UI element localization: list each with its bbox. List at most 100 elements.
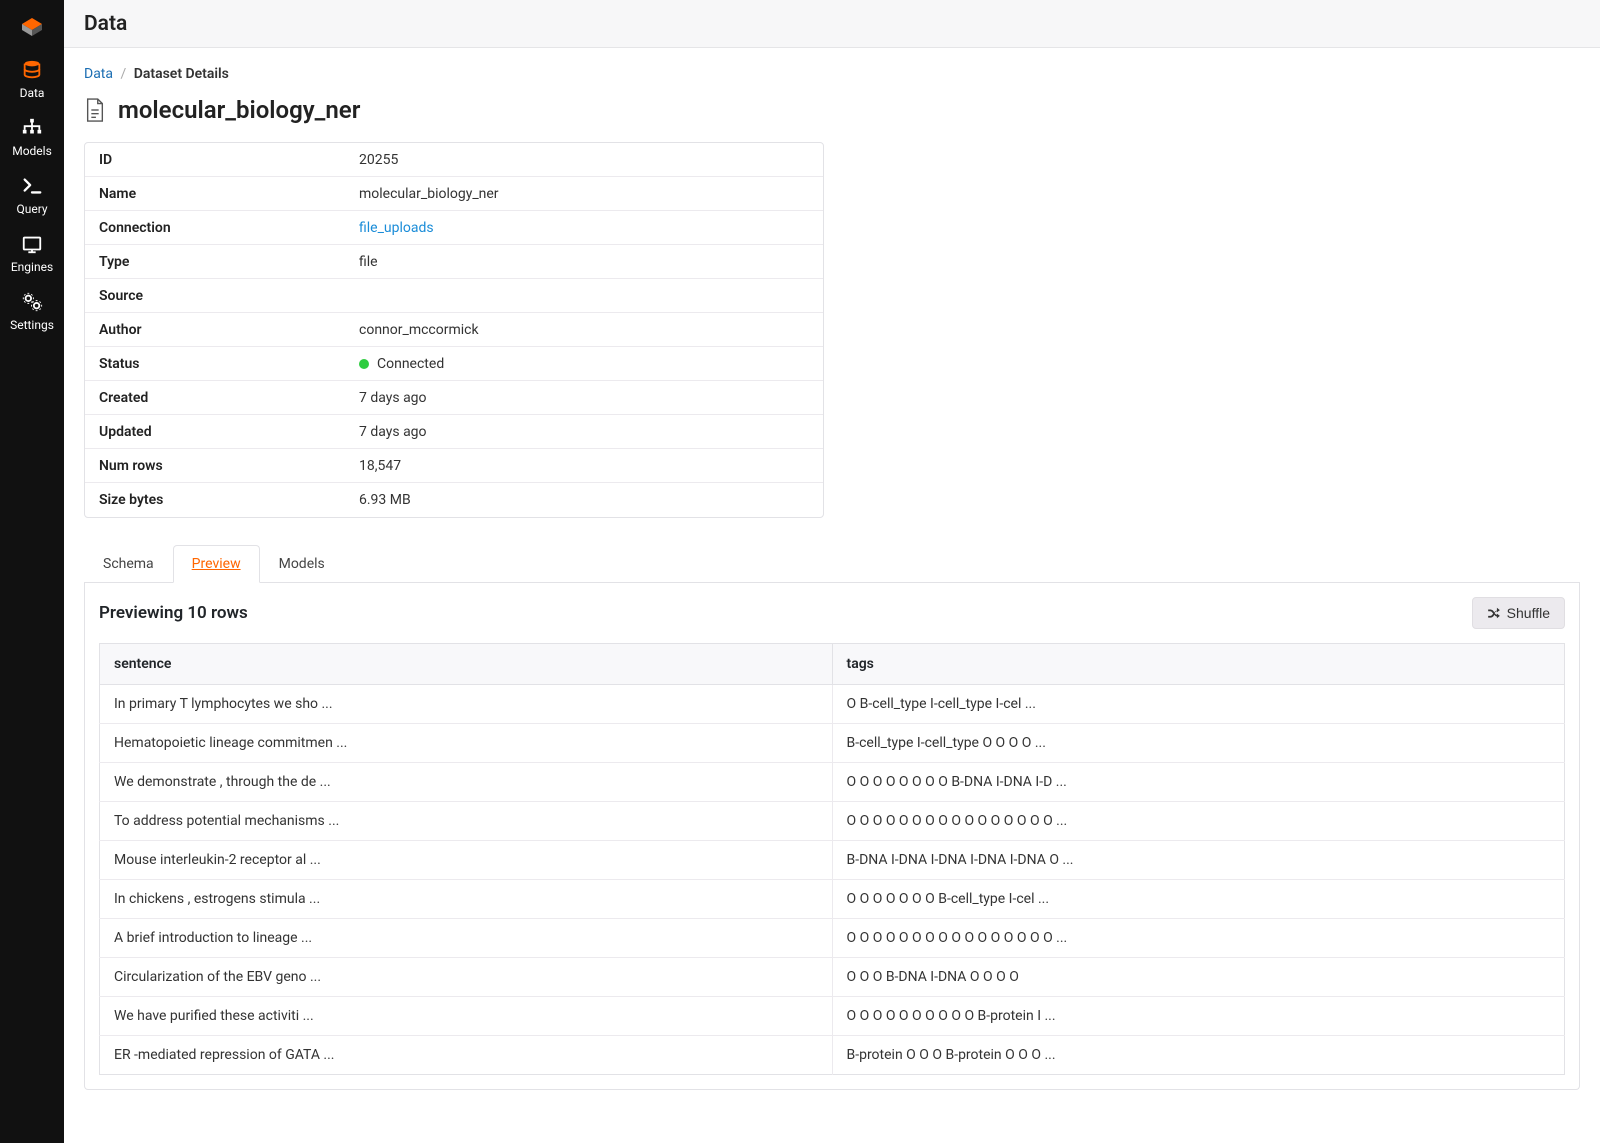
table-row: Hematopoietic lineage commitmen ...B-cel… [100, 724, 1565, 763]
meta-row: Created7 days ago [85, 381, 823, 415]
tab-models[interactable]: Models [260, 545, 344, 583]
table-row: Mouse interleukin-2 receptor al ...B-DNA… [100, 841, 1565, 880]
meta-value: 20255 [359, 152, 398, 168]
meta-key: ID [99, 152, 359, 168]
sidebar-item-label: Settings [10, 318, 54, 332]
table-cell: B-protein O O O B-protein O O O ... [832, 1036, 1565, 1075]
table-row: A brief introduction to lineage ...O O O… [100, 919, 1565, 958]
meta-key: Author [99, 322, 359, 338]
table-cell: O O O O O O O O B-DNA I-DNA I-D ... [832, 763, 1565, 802]
meta-row: Size bytes6.93 MB [85, 483, 823, 517]
table-cell: We have purified these activiti ... [100, 997, 833, 1036]
table-cell: O O O O O O O O O O O O O O O O ... [832, 919, 1565, 958]
meta-row: Connectionfile_uploads [85, 211, 823, 245]
sidebar-item-data[interactable]: Data [0, 48, 64, 106]
table-cell: O O O O O O O B-cell_type I-cel ... [832, 880, 1565, 919]
table-cell: A brief introduction to lineage ... [100, 919, 833, 958]
meta-panel: ID20255 Namemolecular_biology_ner Connecti… [84, 142, 824, 518]
table-row: To address potential mechanisms ...O O O… [100, 802, 1565, 841]
sidebar-item-label: Query [16, 202, 47, 216]
table-cell: In primary T lymphocytes we sho ... [100, 685, 833, 724]
tab-schema[interactable]: Schema [84, 545, 173, 583]
models-icon [18, 116, 46, 140]
tab-label: Models [279, 556, 325, 572]
meta-key: Status [99, 356, 359, 372]
sidebar-item-settings[interactable]: Settings [0, 280, 64, 338]
table-row: In chickens , estrogens stimula ...O O O… [100, 880, 1565, 919]
sidebar-item-label: Data [20, 86, 45, 100]
breadcrumb-current: Dataset Details [134, 66, 229, 82]
meta-value: 18,547 [359, 458, 401, 474]
table-cell: ER -mediated repression of GATA ... [100, 1036, 833, 1075]
sidebar: Data Models Query Engines Settings [0, 0, 64, 1143]
table-row: We demonstrate , through the de ...O O O… [100, 763, 1565, 802]
meta-value: connor_mccormick [359, 322, 479, 338]
table-row: ER -mediated repression of GATA ...B-pro… [100, 1036, 1565, 1075]
table-cell: To address potential mechanisms ... [100, 802, 833, 841]
table-row: Circularization of the EBV geno ...O O O… [100, 958, 1565, 997]
query-icon [18, 174, 46, 198]
meta-row: Num rows18,547 [85, 449, 823, 483]
page-title-row: molecular_biology_ner [84, 96, 1580, 124]
meta-key: Num rows [99, 458, 359, 474]
meta-value: Connected [359, 356, 444, 372]
table-cell: In chickens , estrogens stimula ... [100, 880, 833, 919]
settings-icon [18, 290, 46, 314]
data-icon [18, 58, 46, 82]
table-cell: B-DNA I-DNA I-DNA I-DNA I-DNA O ... [832, 841, 1565, 880]
app-logo [0, 0, 64, 48]
shuffle-button[interactable]: Shuffle [1472, 597, 1565, 629]
meta-key: Size bytes [99, 492, 359, 508]
preview-panel: Previewing 10 rows Shuffle sentencetags … [84, 583, 1580, 1090]
meta-row: Authorconnor_mccormick [85, 313, 823, 347]
file-icon [84, 97, 106, 123]
column-header: sentence [100, 644, 833, 685]
table-cell: O O O O O O O O O O O O O O O O ... [832, 802, 1565, 841]
logo-icon [17, 9, 47, 39]
tabs: Schema Preview Models [84, 544, 1580, 583]
meta-key: Type [99, 254, 359, 270]
meta-row: ID20255 [85, 143, 823, 177]
tab-preview[interactable]: Preview [173, 545, 260, 583]
meta-row: Updated7 days ago [85, 415, 823, 449]
preview-table: sentencetags In primary T lymphocytes we… [99, 643, 1565, 1075]
shuffle-icon [1487, 606, 1501, 620]
meta-value: file_uploads [359, 220, 434, 236]
sidebar-item-label: Models [12, 144, 52, 158]
sidebar-item-engines[interactable]: Engines [0, 222, 64, 280]
status-text: Connected [377, 356, 444, 372]
sidebar-item-query[interactable]: Query [0, 164, 64, 222]
meta-key: Source [99, 288, 359, 304]
meta-key: Connection [99, 220, 359, 236]
meta-row: Status Connected [85, 347, 823, 381]
table-cell: Mouse interleukin-2 receptor al ... [100, 841, 833, 880]
table-cell: B-cell_type I-cell_type O O O O ... [832, 724, 1565, 763]
status-dot-icon [359, 359, 369, 369]
breadcrumb-root-link[interactable]: Data [84, 66, 113, 82]
engines-icon [18, 232, 46, 256]
meta-value: 7 days ago [359, 390, 427, 406]
tab-label: Schema [103, 556, 154, 572]
meta-key: Name [99, 186, 359, 202]
table-row: We have purified these activiti ...O O O… [100, 997, 1565, 1036]
meta-key: Updated [99, 424, 359, 440]
connection-link[interactable]: file_uploads [359, 220, 434, 236]
breadcrumb: Data / Dataset Details [84, 66, 1580, 82]
meta-value: 6.93 MB [359, 492, 411, 508]
sidebar-item-models[interactable]: Models [0, 106, 64, 164]
table-cell: O O O B-DNA I-DNA O O O O [832, 958, 1565, 997]
page-title: molecular_biology_ner [118, 96, 360, 124]
header-bar: Data [64, 0, 1600, 48]
table-cell: O O O O O O O O O O B-protein I ... [832, 997, 1565, 1036]
meta-value: molecular_biology_ner [359, 186, 499, 202]
column-header: tags [832, 644, 1565, 685]
table-cell: Circularization of the EBV geno ... [100, 958, 833, 997]
meta-value: 7 days ago [359, 424, 427, 440]
table-cell: Hematopoietic lineage commitmen ... [100, 724, 833, 763]
breadcrumb-separator: / [120, 66, 126, 82]
meta-value: file [359, 254, 378, 270]
table-row: In primary T lymphocytes we sho ...O B-c… [100, 685, 1565, 724]
shuffle-button-label: Shuffle [1507, 605, 1550, 621]
meta-row: Source [85, 279, 823, 313]
tab-label: Preview [192, 556, 241, 572]
